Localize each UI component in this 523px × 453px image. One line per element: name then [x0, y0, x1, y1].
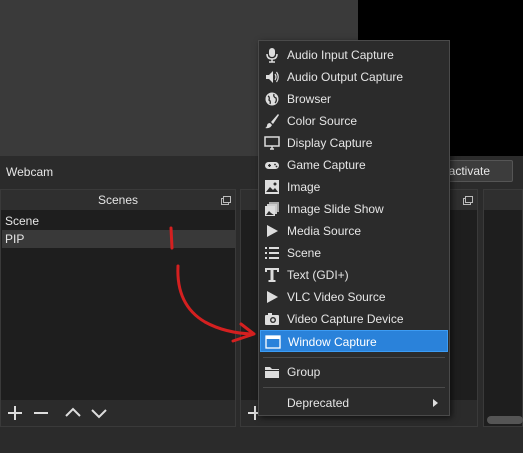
- scenes-footer: [1, 400, 235, 426]
- menu-item-text-gdi[interactable]: Text (GDI+): [260, 264, 448, 286]
- window-icon: [265, 334, 281, 350]
- audio-mixer-header: [484, 190, 522, 210]
- menu-item-browser[interactable]: Browser: [260, 88, 448, 110]
- scene-list: Scene PIP: [2, 212, 236, 248]
- menu-item-color-source[interactable]: Color Source: [260, 110, 448, 132]
- menu-item-label: Browser: [287, 92, 332, 106]
- scene-list-item[interactable]: Scene: [2, 212, 236, 230]
- menu-item-video-capture-device[interactable]: Video Capture Device: [260, 308, 448, 330]
- minus-icon[interactable]: [31, 403, 51, 423]
- microphone-icon: [264, 47, 280, 63]
- scenes-dock-title: Scenes: [1, 190, 235, 210]
- menu-item-label: Image: [287, 180, 321, 194]
- menu-item-deprecated[interactable]: Deprecated: [260, 392, 448, 414]
- paintbrush-icon: [264, 113, 280, 129]
- menu-item-label: Image Slide Show: [287, 202, 384, 216]
- undock-icon[interactable]: [221, 196, 231, 205]
- menu-item-label: Video Capture Device: [287, 312, 404, 326]
- text-icon: [264, 267, 280, 283]
- menu-item-label: Audio Output Capture: [287, 70, 404, 84]
- slideshow-icon: [264, 201, 280, 217]
- menu-item-label: Color Source: [287, 114, 358, 128]
- menu-item-label: Game Capture: [287, 158, 366, 172]
- horizontal-scrollbar[interactable]: [487, 416, 523, 424]
- menu-item-image-slide-show[interactable]: Image Slide Show: [260, 198, 448, 220]
- menu-separator: [263, 387, 445, 388]
- menu-item-display-capture[interactable]: Display Capture: [260, 132, 448, 154]
- undock-icon[interactable]: [463, 196, 473, 205]
- play-icon: [264, 289, 280, 305]
- menu-item-media-source[interactable]: Media Source: [260, 220, 448, 242]
- menu-item-label: Media Source: [287, 224, 362, 238]
- globe-icon: [264, 91, 280, 107]
- menu-item-audio-output-capture[interactable]: Audio Output Capture: [260, 66, 448, 88]
- menu-item-audio-input-capture[interactable]: Audio Input Capture: [260, 44, 448, 66]
- menu-item-window-capture[interactable]: Window Capture: [260, 330, 448, 352]
- list-icon: [264, 245, 280, 261]
- menu-item-image[interactable]: Image: [260, 176, 448, 198]
- menu-item-label: Window Capture: [288, 335, 377, 349]
- menu-item-label: Group: [287, 365, 321, 379]
- scenes-dock: Scenes Scene PIP: [0, 189, 236, 427]
- submenu-arrow-icon: [433, 399, 438, 407]
- bottom-bar: [0, 428, 523, 453]
- menu-item-scene[interactable]: Scene: [260, 242, 448, 264]
- monitor-icon: [264, 135, 280, 151]
- menu-item-label: Text (GDI+): [287, 268, 349, 282]
- menu-item-label: VLC Video Source: [287, 290, 386, 304]
- menu-item-group[interactable]: Group: [260, 361, 448, 383]
- audio-mixer-dock: [483, 189, 523, 427]
- folder-icon: [264, 364, 280, 380]
- menu-item-game-capture[interactable]: Game Capture: [260, 154, 448, 176]
- gamepad-icon: [264, 157, 280, 173]
- play-icon: [264, 223, 280, 239]
- scene-list-item[interactable]: PIP: [2, 230, 236, 248]
- plus-icon[interactable]: [5, 403, 25, 423]
- menu-item-label: Display Capture: [287, 136, 373, 150]
- selected-source-name: Webcam: [6, 165, 54, 179]
- chevron-down-icon[interactable]: [89, 403, 109, 423]
- image-icon: [264, 179, 280, 195]
- chevron-up-icon[interactable]: [63, 403, 83, 423]
- menu-item-vlc-video-source[interactable]: VLC Video Source: [260, 286, 448, 308]
- speaker-icon: [264, 69, 280, 85]
- menu-item-label: Audio Input Capture: [287, 48, 394, 62]
- menu-item-label: Deprecated: [287, 396, 350, 410]
- add-source-context-menu: Audio Input Capture Audio Output Capture…: [258, 40, 450, 416]
- camera-icon: [264, 311, 280, 327]
- menu-item-label: Scene: [287, 246, 322, 260]
- menu-separator: [263, 357, 445, 358]
